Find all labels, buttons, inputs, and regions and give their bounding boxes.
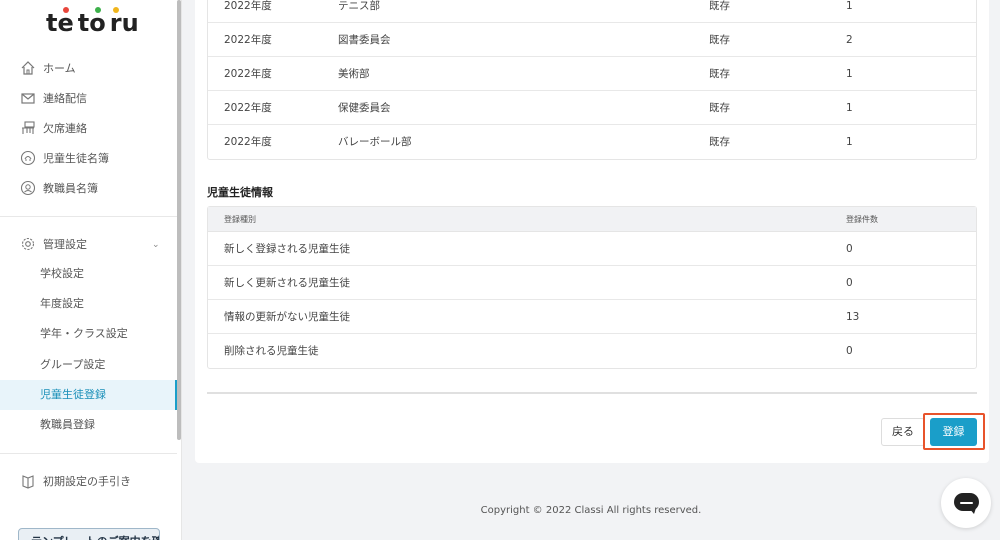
group-name-cell: バレーボール部 <box>338 136 412 148</box>
table-row: 新しく更新される児童生徒 0 <box>208 266 976 300</box>
logo-letter: o <box>89 7 106 37</box>
logo-dot <box>94 7 101 13</box>
chat-support-button[interactable] <box>941 478 991 528</box>
status-cell: 既存 <box>709 34 730 46</box>
group-name-cell: 美術部 <box>338 68 370 80</box>
main-card: 2022年度 テニス部 既存 1 2022年度 図書委員会 既存 2 2022年… <box>195 0 989 463</box>
sub-item-staff-registration[interactable]: 教職員登録 <box>40 415 95 435</box>
staff-roster-icon <box>20 180 36 196</box>
count-cell: 2 <box>846 34 853 46</box>
count-cell: 1 <box>846 102 853 114</box>
year-cell: 2022年度 <box>224 136 272 148</box>
nav-label: 教職員名簿 <box>43 182 98 195</box>
nav-staff-roster[interactable]: 教職員名簿 <box>20 177 98 199</box>
gear-icon <box>20 236 36 252</box>
back-button[interactable]: 戻る <box>881 418 925 446</box>
year-cell: 2022年度 <box>224 34 272 46</box>
table-row: 2022年度 美術部 既存 1 <box>208 57 976 91</box>
nav-label: 管理設定 <box>43 238 87 251</box>
sidebar: t e t o r u ホーム 連絡配信 欠席連絡 児童生徒名簿 教職員名簿 管… <box>0 0 182 540</box>
table-row: 新しく登録される児童生徒 0 <box>208 232 976 266</box>
chevron-down-icon[interactable]: ⌄ <box>152 240 160 250</box>
sidebar-scrollbar[interactable] <box>177 0 181 440</box>
nav-label: 欠席連絡 <box>43 122 87 135</box>
table-row: 2022年度 保健委員会 既存 1 <box>208 91 976 125</box>
count-cell: 1 <box>846 68 853 80</box>
nav-home[interactable]: ホーム <box>20 57 76 79</box>
nav-label: 児童生徒名簿 <box>43 152 109 165</box>
nav-student-roster[interactable]: 児童生徒名簿 <box>20 147 109 169</box>
group-name-cell: テニス部 <box>338 0 380 12</box>
logo-dot <box>112 7 119 13</box>
chat-icon-line <box>960 502 973 504</box>
logo-letter: u <box>121 9 139 37</box>
logo-letter: t <box>77 9 90 37</box>
status-cell: 既存 <box>709 136 730 148</box>
type-cell: 情報の更新がない児童生徒 <box>224 311 350 323</box>
count-cell: 1 <box>846 0 853 12</box>
table-row: 削除される児童生徒 0 <box>208 334 976 368</box>
nav-setup-guide[interactable]: 初期設定の手引き <box>20 470 131 492</box>
footer-copyright: Copyright © 2022 Classi All rights reser… <box>480 505 702 516</box>
header-count: 登録件数 <box>846 215 878 224</box>
count-cell: 13 <box>846 311 860 323</box>
sidebar-divider <box>0 453 177 454</box>
count-cell: 1 <box>846 136 853 148</box>
desk-icon <box>20 120 36 136</box>
status-cell: 既存 <box>709 102 730 114</box>
count-cell: 0 <box>846 345 853 357</box>
type-cell: 削除される児童生徒 <box>224 345 319 357</box>
table-row: 2022年度 バレーボール部 既存 1 <box>208 125 976 159</box>
table-header: 登録種別 登録件数 <box>208 207 976 232</box>
template-guide-button[interactable]: テンプレートのご案内を確認 <box>18 528 160 540</box>
sub-item-year-settings[interactable]: 年度設定 <box>40 294 84 314</box>
sub-item-school-settings[interactable]: 学校設定 <box>40 264 84 284</box>
register-button[interactable]: 登録 <box>930 418 977 446</box>
sidebar-divider <box>0 216 177 217</box>
nav-label: ホーム <box>43 62 76 75</box>
count-cell: 0 <box>846 277 853 289</box>
group-name-cell: 保健委員会 <box>338 102 391 114</box>
logo-letter: t <box>46 9 58 37</box>
table-row: 2022年度 テニス部 既存 1 <box>208 0 976 23</box>
count-cell: 0 <box>846 243 853 255</box>
tetoru-logo[interactable]: t e t o r u <box>46 6 139 36</box>
year-cell: 2022年度 <box>224 0 272 12</box>
sub-item-group-settings[interactable]: グループ設定 <box>40 355 105 375</box>
sub-item-class-settings[interactable]: 学年・クラス設定 <box>40 324 128 344</box>
type-cell: 新しく更新される児童生徒 <box>224 277 350 289</box>
home-icon <box>20 60 36 76</box>
group-name-cell: 図書委員会 <box>338 34 391 46</box>
status-cell: 既存 <box>709 0 730 12</box>
student-info-table: 登録種別 登録件数 新しく登録される児童生徒 0 新しく更新される児童生徒 0 … <box>207 206 977 369</box>
student-roster-icon <box>20 150 36 166</box>
nav-absence[interactable]: 欠席連絡 <box>20 117 87 139</box>
year-cell: 2022年度 <box>224 68 272 80</box>
logo-dot <box>62 7 69 13</box>
logo-letter: r <box>109 7 122 37</box>
table-row: 2022年度 図書委員会 既存 2 <box>208 23 976 57</box>
status-cell: 既存 <box>709 68 730 80</box>
logo-letter: e <box>57 7 74 37</box>
divider <box>207 392 977 394</box>
year-cell: 2022年度 <box>224 102 272 114</box>
nav-label: 連絡配信 <box>43 92 87 105</box>
student-info-heading: 児童生徒情報 <box>207 186 273 199</box>
table-row: 情報の更新がない児童生徒 13 <box>208 300 976 334</box>
group-table: 2022年度 テニス部 既存 1 2022年度 図書委員会 既存 2 2022年… <box>207 0 977 160</box>
type-cell: 新しく登録される児童生徒 <box>224 243 350 255</box>
mail-icon <box>20 90 36 106</box>
nav-label: 初期設定の手引き <box>43 475 131 488</box>
header-type: 登録種別 <box>224 215 256 224</box>
sub-item-student-registration[interactable]: 児童生徒登録 <box>40 385 106 405</box>
book-icon <box>20 473 36 489</box>
nav-admin-settings[interactable]: 管理設定 <box>20 233 87 255</box>
nav-messages[interactable]: 連絡配信 <box>20 87 87 109</box>
